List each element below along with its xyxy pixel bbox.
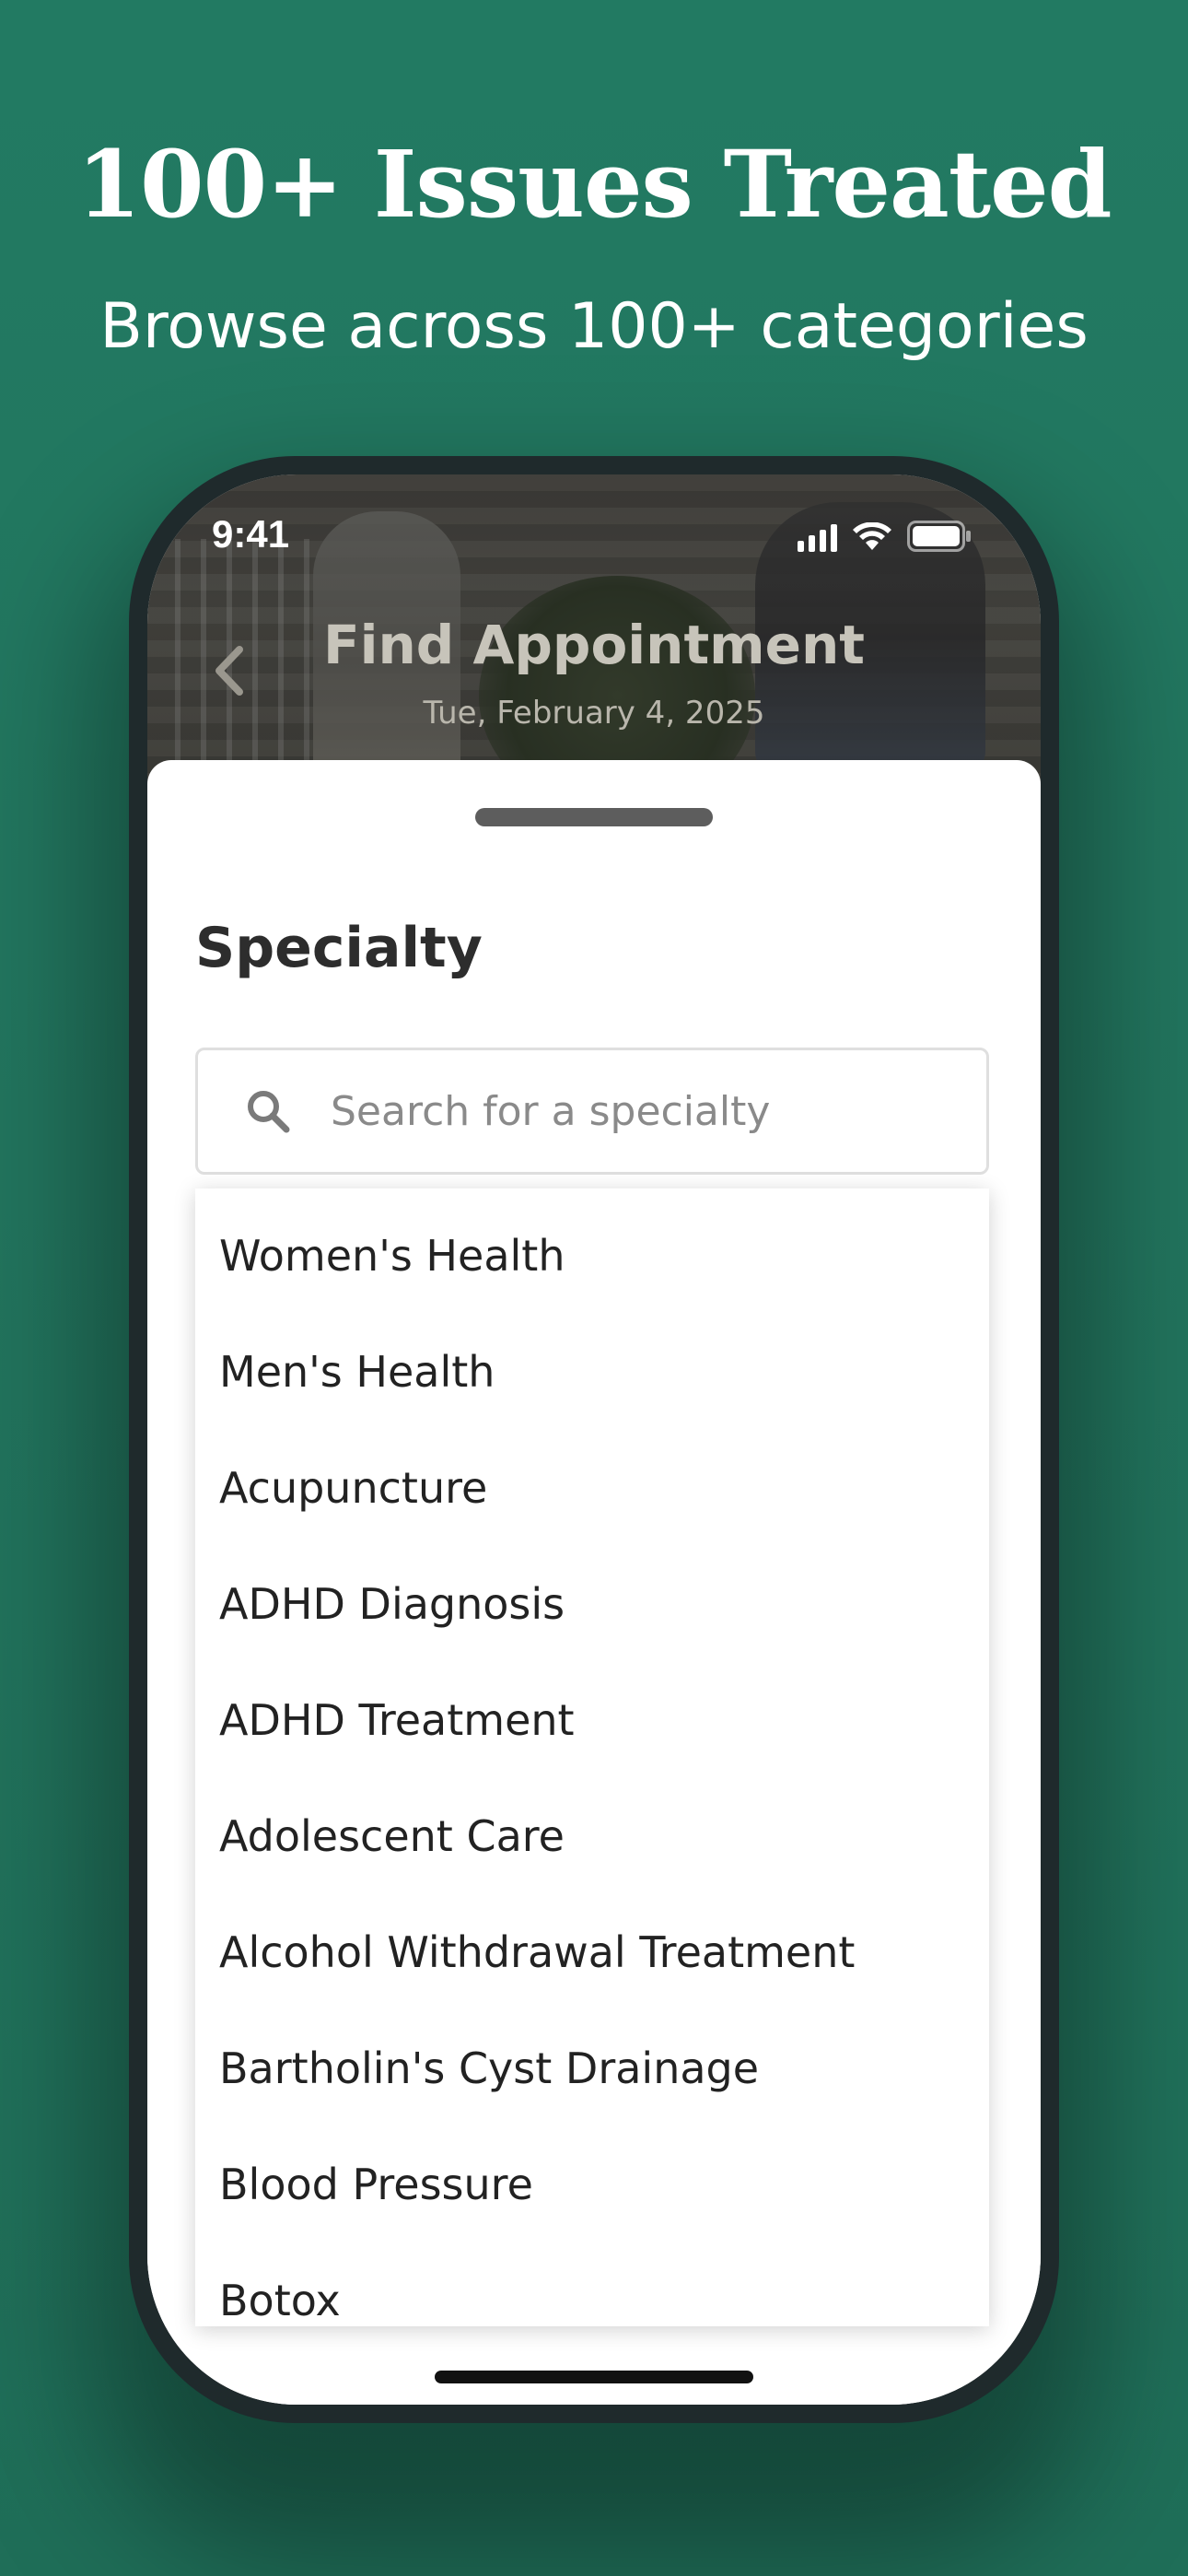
list-item[interactable]: Blood Pressure [219, 2148, 533, 2221]
page-date: Tue, February 4, 2025 [423, 695, 765, 732]
list-item[interactable]: Bartholin's Cyst Drainage [219, 2032, 759, 2105]
specialty-dropdown-list: Women's Health Men's Health Acupuncture … [195, 1188, 989, 2326]
wifi-icon [852, 522, 892, 552]
list-item[interactable]: Acupuncture [219, 1451, 487, 1525]
search-input[interactable] [331, 1079, 920, 1143]
promo-title: 100+ Issues Treated [76, 130, 1112, 239]
list-item[interactable]: ADHD Treatment [219, 1683, 575, 1757]
search-icon [248, 1091, 290, 1133]
sheet-grab-handle[interactable] [475, 808, 713, 826]
promo-subtitle: Browse across 100+ categories [99, 290, 1089, 363]
list-item[interactable]: Alcohol Withdrawal Treatment [219, 1915, 855, 1989]
search-box[interactable] [195, 1048, 989, 1175]
list-item[interactable]: Botox [219, 2264, 341, 2326]
specialty-bottom-sheet: Specialty Women's Health Men's Health Ac… [147, 760, 1041, 2405]
list-item[interactable]: Men's Health [219, 1335, 495, 1409]
battery-icon [907, 521, 972, 552]
status-bar-time: 9:41 [212, 512, 290, 556]
phone-frame: 9:41 Find Appointment Tue, February 4, 2… [129, 456, 1059, 2423]
sheet-title: Specialty [195, 916, 483, 980]
home-indicator[interactable] [435, 2371, 753, 2383]
page-title: Find Appointment [323, 614, 865, 676]
list-item[interactable]: Adolescent Care [219, 1799, 565, 1873]
phone-screen: 9:41 Find Appointment Tue, February 4, 2… [147, 474, 1041, 2405]
list-item[interactable]: Women's Health [219, 1219, 565, 1293]
status-bar-icons [798, 519, 972, 552]
signal-icon [798, 524, 837, 552]
list-item[interactable]: ADHD Diagnosis [219, 1567, 565, 1641]
